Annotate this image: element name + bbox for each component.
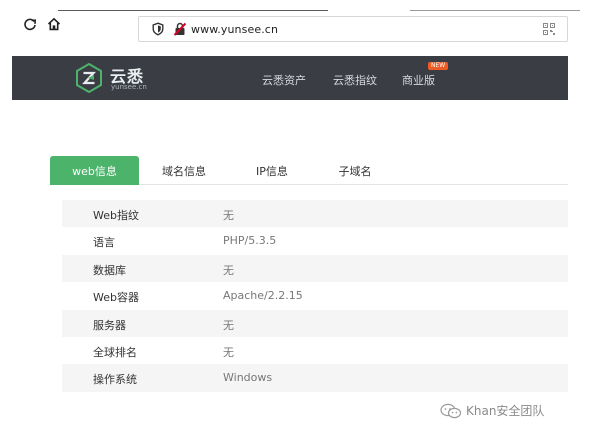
logo-domain: yunsee.cn: [111, 83, 147, 91]
tab-strip-line: [58, 10, 328, 11]
row-label: 服务器: [93, 318, 126, 332]
qr-code-icon[interactable]: [543, 23, 555, 35]
site-header: 云悉 yunsee.cn 云悉资产 云悉指纹 商业版 NEW: [12, 56, 568, 100]
nav-assets[interactable]: 云悉资产: [262, 72, 306, 88]
url-text[interactable]: www.yunsee.cn: [191, 23, 278, 36]
row-value: Apache/2.2.15: [223, 289, 303, 303]
table-row: Web指纹 无: [62, 200, 568, 228]
tab-ip-info[interactable]: IP信息: [243, 156, 301, 185]
nav-fingerprint[interactable]: 云悉指纹: [333, 72, 377, 88]
reload-icon[interactable]: [20, 14, 40, 34]
row-value: 无: [223, 263, 234, 277]
watermark-text: Khan安全团队: [466, 404, 545, 418]
table-row: 数据库 无: [62, 254, 568, 283]
address-bar[interactable]: www.yunsee.cn: [138, 16, 568, 42]
tab-domain-info[interactable]: 域名信息: [153, 156, 215, 185]
row-label: Web容器: [93, 291, 139, 305]
table-row: 全球排名 无: [62, 337, 568, 364]
row-value: 无: [223, 345, 234, 359]
row-value: 无: [223, 318, 234, 332]
tab-strip-line: [410, 10, 580, 11]
tab-web-info[interactable]: web信息: [50, 156, 139, 185]
row-label: 数据库: [93, 263, 126, 277]
info-tabs: web信息 域名信息 IP信息 子域名: [50, 156, 568, 185]
home-icon[interactable]: [44, 14, 64, 34]
row-label: 语言: [93, 236, 115, 250]
tab-subdomain[interactable]: 子域名: [330, 156, 380, 185]
table-row: 服务器 无: [62, 309, 568, 337]
row-value: 无: [223, 209, 234, 222]
table-row: 操作系统 Windows: [62, 364, 568, 392]
table-row: 语言 PHP/5.3.5: [62, 227, 568, 254]
web-info-table: Web指纹 无 语言 PHP/5.3.5 数据库 无 Web容器 Apache/…: [62, 200, 568, 392]
shield-icon[interactable]: [151, 22, 165, 36]
wechat-icon: [440, 403, 462, 418]
new-badge: NEW: [428, 62, 449, 70]
insecure-lock-icon[interactable]: [173, 22, 187, 36]
nav-business[interactable]: 商业版: [402, 72, 435, 88]
row-value: PHP/5.3.5: [223, 234, 277, 248]
row-label: 操作系统: [93, 373, 137, 387]
table-row: Web容器 Apache/2.2.15: [62, 282, 568, 309]
row-label: Web指纹: [93, 209, 139, 222]
logo-icon[interactable]: [74, 63, 104, 93]
browser-toolbar: www.yunsee.cn: [0, 0, 599, 48]
watermark: Khan安全团队: [440, 402, 544, 419]
row-label: 全球排名: [93, 345, 137, 359]
row-value: Windows: [223, 371, 273, 385]
